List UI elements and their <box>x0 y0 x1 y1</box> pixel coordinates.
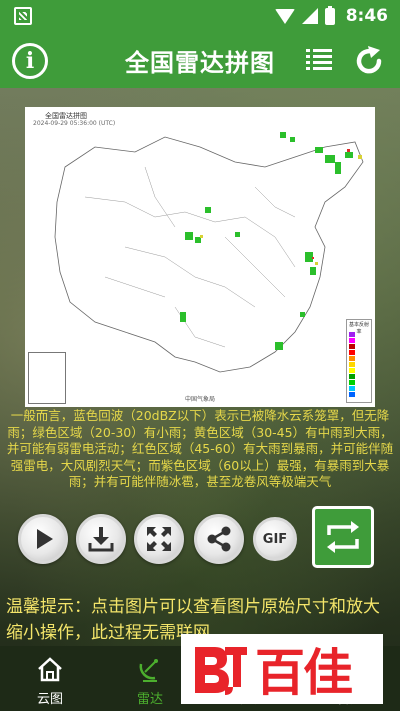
page-title: 全国雷达拼图 <box>125 48 275 77</box>
legend-swatch <box>349 380 355 385</box>
legend-swatch <box>349 392 355 397</box>
legend-swatch <box>349 374 355 379</box>
south-china-sea-inset <box>28 352 66 404</box>
gif-button[interactable]: GIF <box>253 517 297 561</box>
fullscreen-icon <box>147 527 171 551</box>
status-time: 8:46 <box>345 6 388 26</box>
signal-icon <box>301 8 318 24</box>
action-bar: GIF <box>0 506 400 570</box>
app-header: i 全国雷达拼图 <box>0 32 400 88</box>
map-legend: 基本反射率 <box>346 319 372 403</box>
download-icon <box>88 527 114 552</box>
refresh-icon[interactable] <box>352 44 386 78</box>
gif-label: GIF <box>262 531 288 547</box>
radar-color-description: 一般而言，蓝色回波（20dBZ以下）表示已被降水云系笼罩，但无降雨；绿色区域（2… <box>6 408 394 489</box>
home-icon <box>38 657 62 682</box>
gallery-notification-icon <box>14 7 32 25</box>
legend-swatch <box>349 368 355 373</box>
nav-label: 雷达 <box>136 692 163 707</box>
legend-swatch <box>349 362 355 367</box>
share-button[interactable] <box>194 514 244 564</box>
legend-swatch <box>349 356 355 361</box>
list-icon[interactable] <box>306 49 332 71</box>
watermark-text: 百佳 <box>255 644 353 702</box>
nav-item-cloud[interactable]: 云图 <box>0 646 100 711</box>
legend-swatch <box>349 338 355 343</box>
download-button[interactable] <box>76 514 126 564</box>
share-icon <box>207 526 231 552</box>
battery-icon <box>324 5 335 25</box>
radar-dish-icon <box>139 659 158 682</box>
watermark-logo <box>195 647 247 695</box>
legend-swatch <box>349 344 355 349</box>
play-icon <box>37 529 53 549</box>
legend-swatch <box>349 350 355 355</box>
watermark: 百佳 <box>181 634 383 704</box>
map-footer: 中国气象局 <box>185 396 216 403</box>
china-map-outline <box>54 132 364 373</box>
wifi-icon <box>274 8 295 24</box>
fullscreen-button[interactable] <box>134 514 184 564</box>
info-icon[interactable]: i <box>12 43 48 79</box>
play-button[interactable] <box>18 514 68 564</box>
switch-button[interactable] <box>312 506 374 568</box>
legend-swatch <box>349 332 355 337</box>
legend-swatch <box>349 386 355 391</box>
nav-label: 云图 <box>36 692 63 707</box>
status-bar: 8:46 <box>0 0 400 32</box>
radar-map-image[interactable]: 全国雷达拼图 2024-09-29 05:36:00 (UTC) 基本反射率 中… <box>25 107 375 407</box>
swap-icon <box>327 521 359 553</box>
